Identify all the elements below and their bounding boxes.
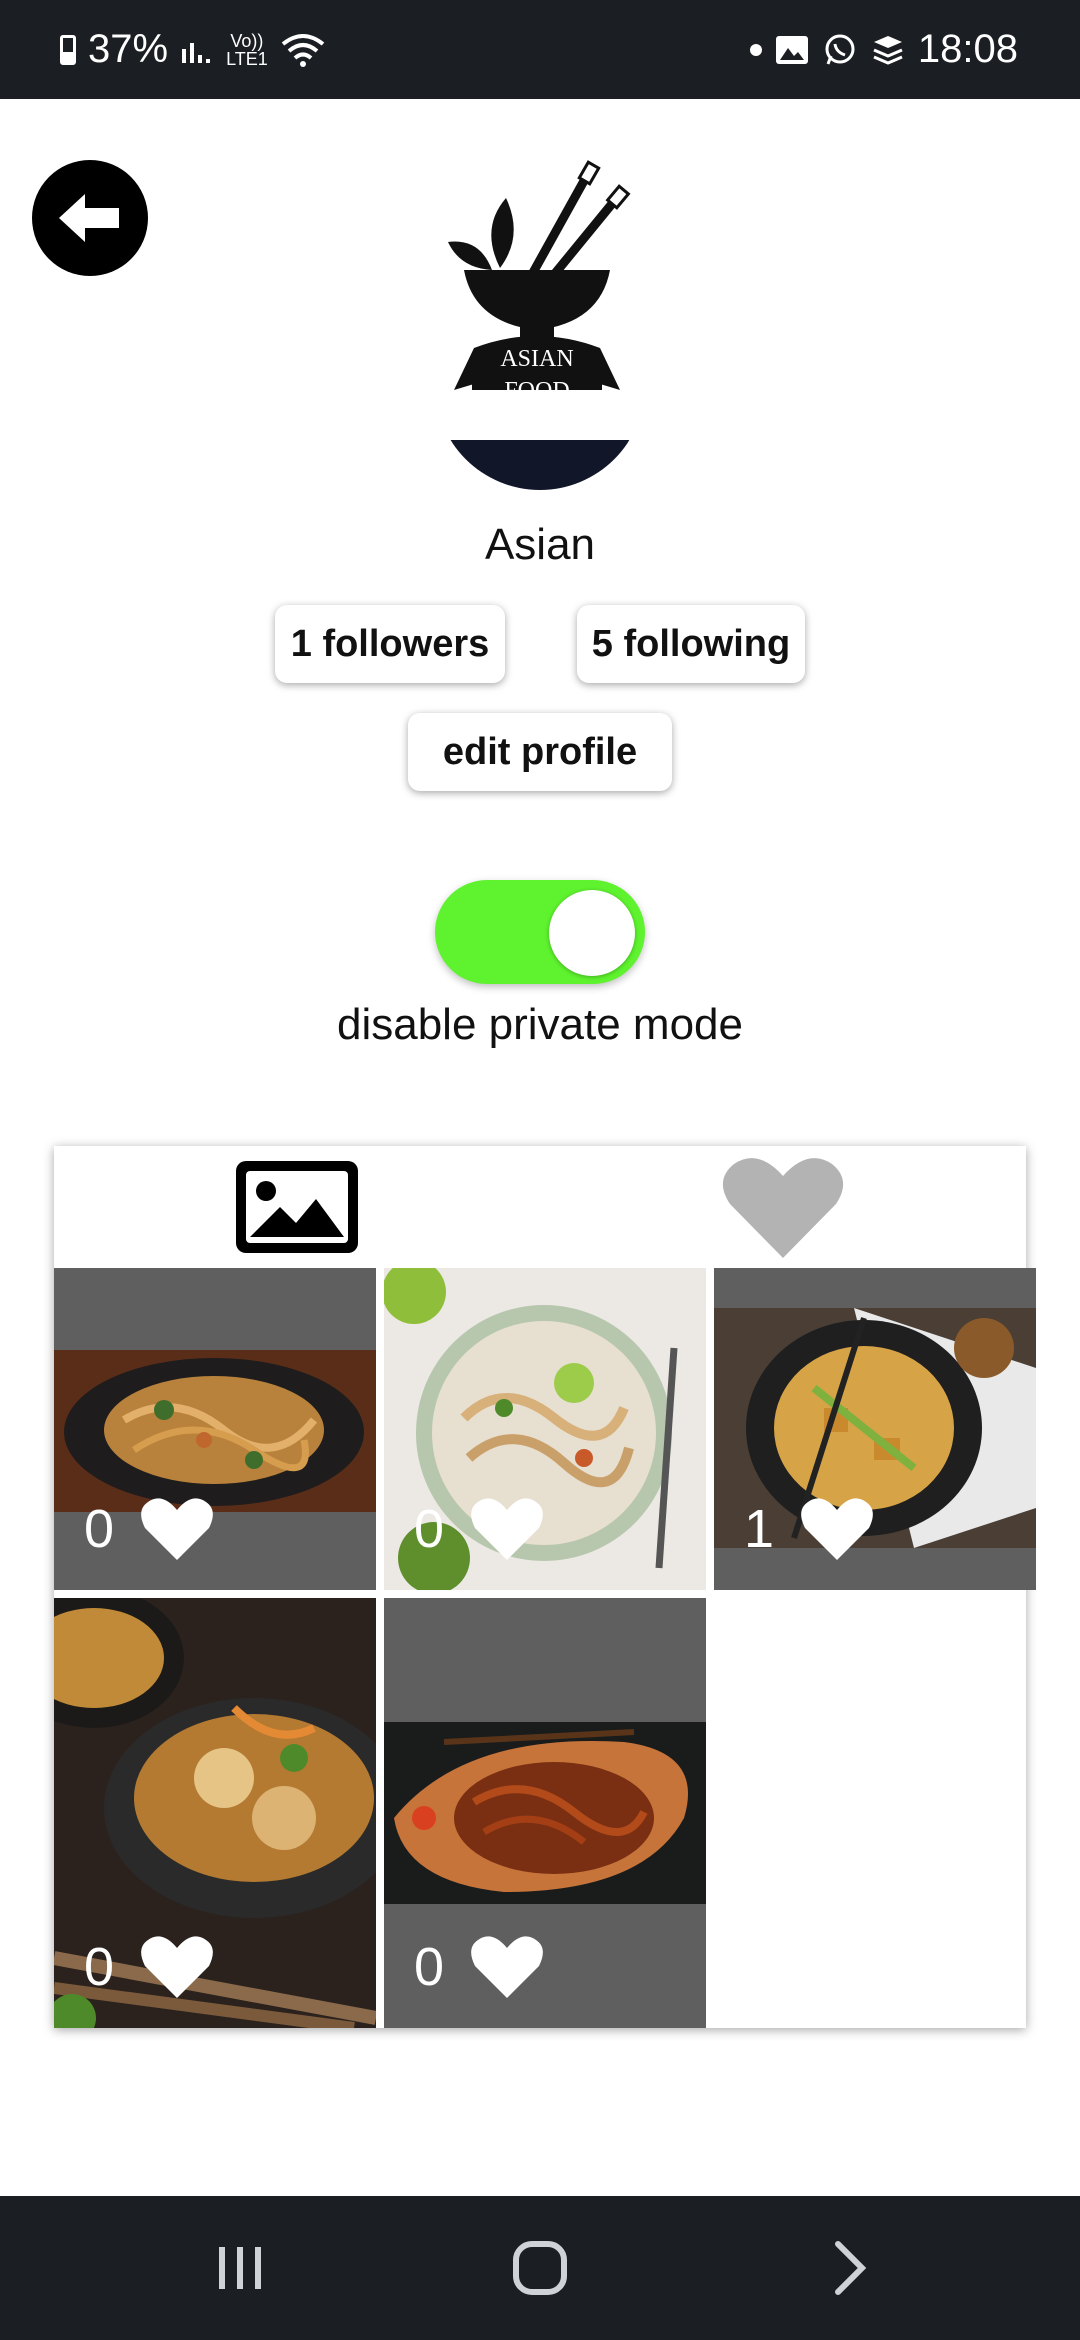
post-image	[54, 1350, 376, 1512]
post-item[interactable]: 0	[54, 1598, 376, 2028]
status-right: 18:08	[749, 0, 1018, 99]
tab-posts[interactable]	[54, 1146, 540, 1268]
home-button[interactable]	[490, 2196, 590, 2340]
like-count: 0	[84, 1937, 115, 1997]
like-count-row: 0	[414, 1496, 544, 1562]
like-count-row: 0	[84, 1934, 214, 2000]
heart-icon	[722, 1158, 844, 1258]
post-item[interactable]: 0	[384, 1268, 706, 1590]
navigation-bar	[0, 2196, 1080, 2340]
followers-button[interactable]: 1 followers	[275, 605, 505, 683]
home-icon	[513, 2241, 567, 2295]
avatar-ring	[435, 390, 645, 490]
recent-apps-icon	[219, 2247, 261, 2289]
signal-icon	[182, 42, 211, 63]
status-bar: 37% Vo)) LTE1 18:08	[0, 0, 1080, 99]
gallery-notification-icon	[775, 35, 808, 64]
tab-liked[interactable]	[540, 1146, 1026, 1268]
heart-icon[interactable]	[470, 1934, 544, 2000]
like-count: 0	[414, 1499, 445, 1559]
heart-icon[interactable]	[470, 1496, 544, 1562]
network-type: Vo)) LTE1	[226, 30, 268, 69]
like-count: 0	[84, 1499, 115, 1559]
logo-text-line1: ASIAN	[500, 346, 573, 372]
leaves-icon	[448, 198, 514, 270]
post-item[interactable]: 0	[54, 1268, 376, 1590]
post-image	[384, 1722, 706, 1904]
back-button[interactable]	[32, 160, 148, 276]
heart-icon[interactable]	[140, 1496, 214, 1562]
battery-icon	[60, 34, 76, 65]
edit-profile-button[interactable]: edit profile	[408, 713, 672, 791]
image-icon	[236, 1161, 358, 1253]
following-button[interactable]: 5 following	[577, 605, 805, 683]
posts-grid: 0 0 1 0 0	[54, 1268, 1036, 2028]
profile-name: Asian	[484, 520, 596, 569]
battery-percent: 37%	[88, 27, 169, 71]
dot-icon	[749, 43, 762, 56]
bowl-icon	[464, 270, 610, 330]
gallery-tabs	[54, 1146, 1026, 1268]
recent-apps-button[interactable]	[190, 2196, 290, 2340]
heart-icon[interactable]	[140, 1934, 214, 2000]
asian-food-logo: ASIAN FOOD	[448, 160, 631, 408]
like-count: 1	[744, 1499, 775, 1559]
like-count: 0	[414, 1937, 445, 1997]
back-nav-icon	[835, 2241, 867, 2295]
wifi-icon	[281, 33, 324, 67]
status-left: 37% Vo)) LTE1	[60, 0, 326, 99]
arrow-left-icon	[59, 194, 119, 242]
toggle-knob	[549, 890, 635, 976]
private-mode-label: disable private mode	[336, 1000, 743, 1049]
like-count-row: 1	[744, 1496, 874, 1562]
back-nav-button[interactable]	[800, 2196, 900, 2340]
stack-icon	[873, 35, 903, 65]
like-count-row: 0	[84, 1496, 214, 1562]
clock: 18:08	[917, 27, 1018, 71]
chopsticks-icon	[525, 160, 631, 287]
private-mode-toggle[interactable]	[435, 880, 645, 984]
whatsapp-icon	[825, 34, 855, 65]
post-item[interactable]: 1	[714, 1268, 1036, 1590]
heart-icon[interactable]	[800, 1496, 874, 1562]
post-item[interactable]: 0	[384, 1598, 706, 2028]
posts-card: 0 0 1 0 0	[54, 1146, 1036, 2028]
like-count-row: 0	[414, 1934, 544, 2000]
